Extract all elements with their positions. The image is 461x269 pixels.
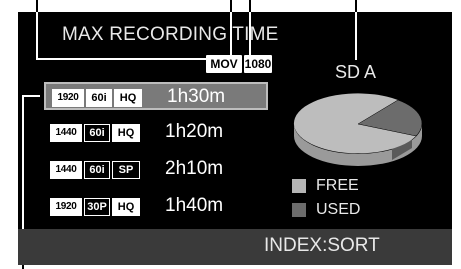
quality-tag: HQ <box>112 198 140 216</box>
callout-line <box>36 12 38 60</box>
callout-line <box>36 58 232 60</box>
duration-value: 2h10m <box>165 158 224 179</box>
quality-tag: HQ <box>114 89 142 107</box>
quality-tag: SP <box>112 161 140 179</box>
frame-rate-tag: 60i <box>86 89 112 107</box>
duration-value: 1h20m <box>165 121 224 142</box>
free-swatch <box>292 179 306 193</box>
used-swatch <box>292 203 306 217</box>
resolution-tag: 1920 <box>50 198 82 216</box>
frame-rate-tag: 30P <box>84 198 110 216</box>
legend-free-label: FREE <box>316 177 359 194</box>
mode-row[interactable]: 1920 60i HQ 1h30m <box>44 82 268 110</box>
resolution-tag: 1440 <box>50 161 82 179</box>
footer-bar <box>18 229 452 265</box>
quality-tag: HQ <box>112 124 140 142</box>
callout-line <box>355 12 357 60</box>
mode-row[interactable]: 1440 60i HQ 1h20m <box>44 119 268 147</box>
frame-rate-tag: 60i <box>84 161 110 179</box>
card-label: SD A <box>335 62 377 82</box>
storage-pie-chart <box>293 93 423 166</box>
legend-used: USED <box>292 201 412 221</box>
resolution-tag: 1920 <box>52 89 84 107</box>
mode-row[interactable]: 1920 30P HQ 1h40m <box>44 193 268 221</box>
frame-rate-tag: 60i <box>84 124 110 142</box>
resolution-tag: 1440 <box>50 124 82 142</box>
camera-screen: MAX RECORDING TIME MOV 1080 SD A 1920 60… <box>0 0 461 269</box>
format-badge: MOV <box>206 55 242 73</box>
duration-value: 1h40m <box>165 195 224 216</box>
screen-title: MAX RECORDING TIME <box>62 24 279 45</box>
legend-free: FREE <box>292 177 412 197</box>
legend-used-label: USED <box>316 201 361 218</box>
mode-row[interactable]: 1440 60i SP 2h10m <box>44 156 268 184</box>
selection-bracket <box>22 95 40 97</box>
footer-hint: INDEX:SORT <box>264 235 380 256</box>
resolution-badge: 1080 <box>244 55 272 73</box>
duration-value: 1h30m <box>167 86 226 107</box>
